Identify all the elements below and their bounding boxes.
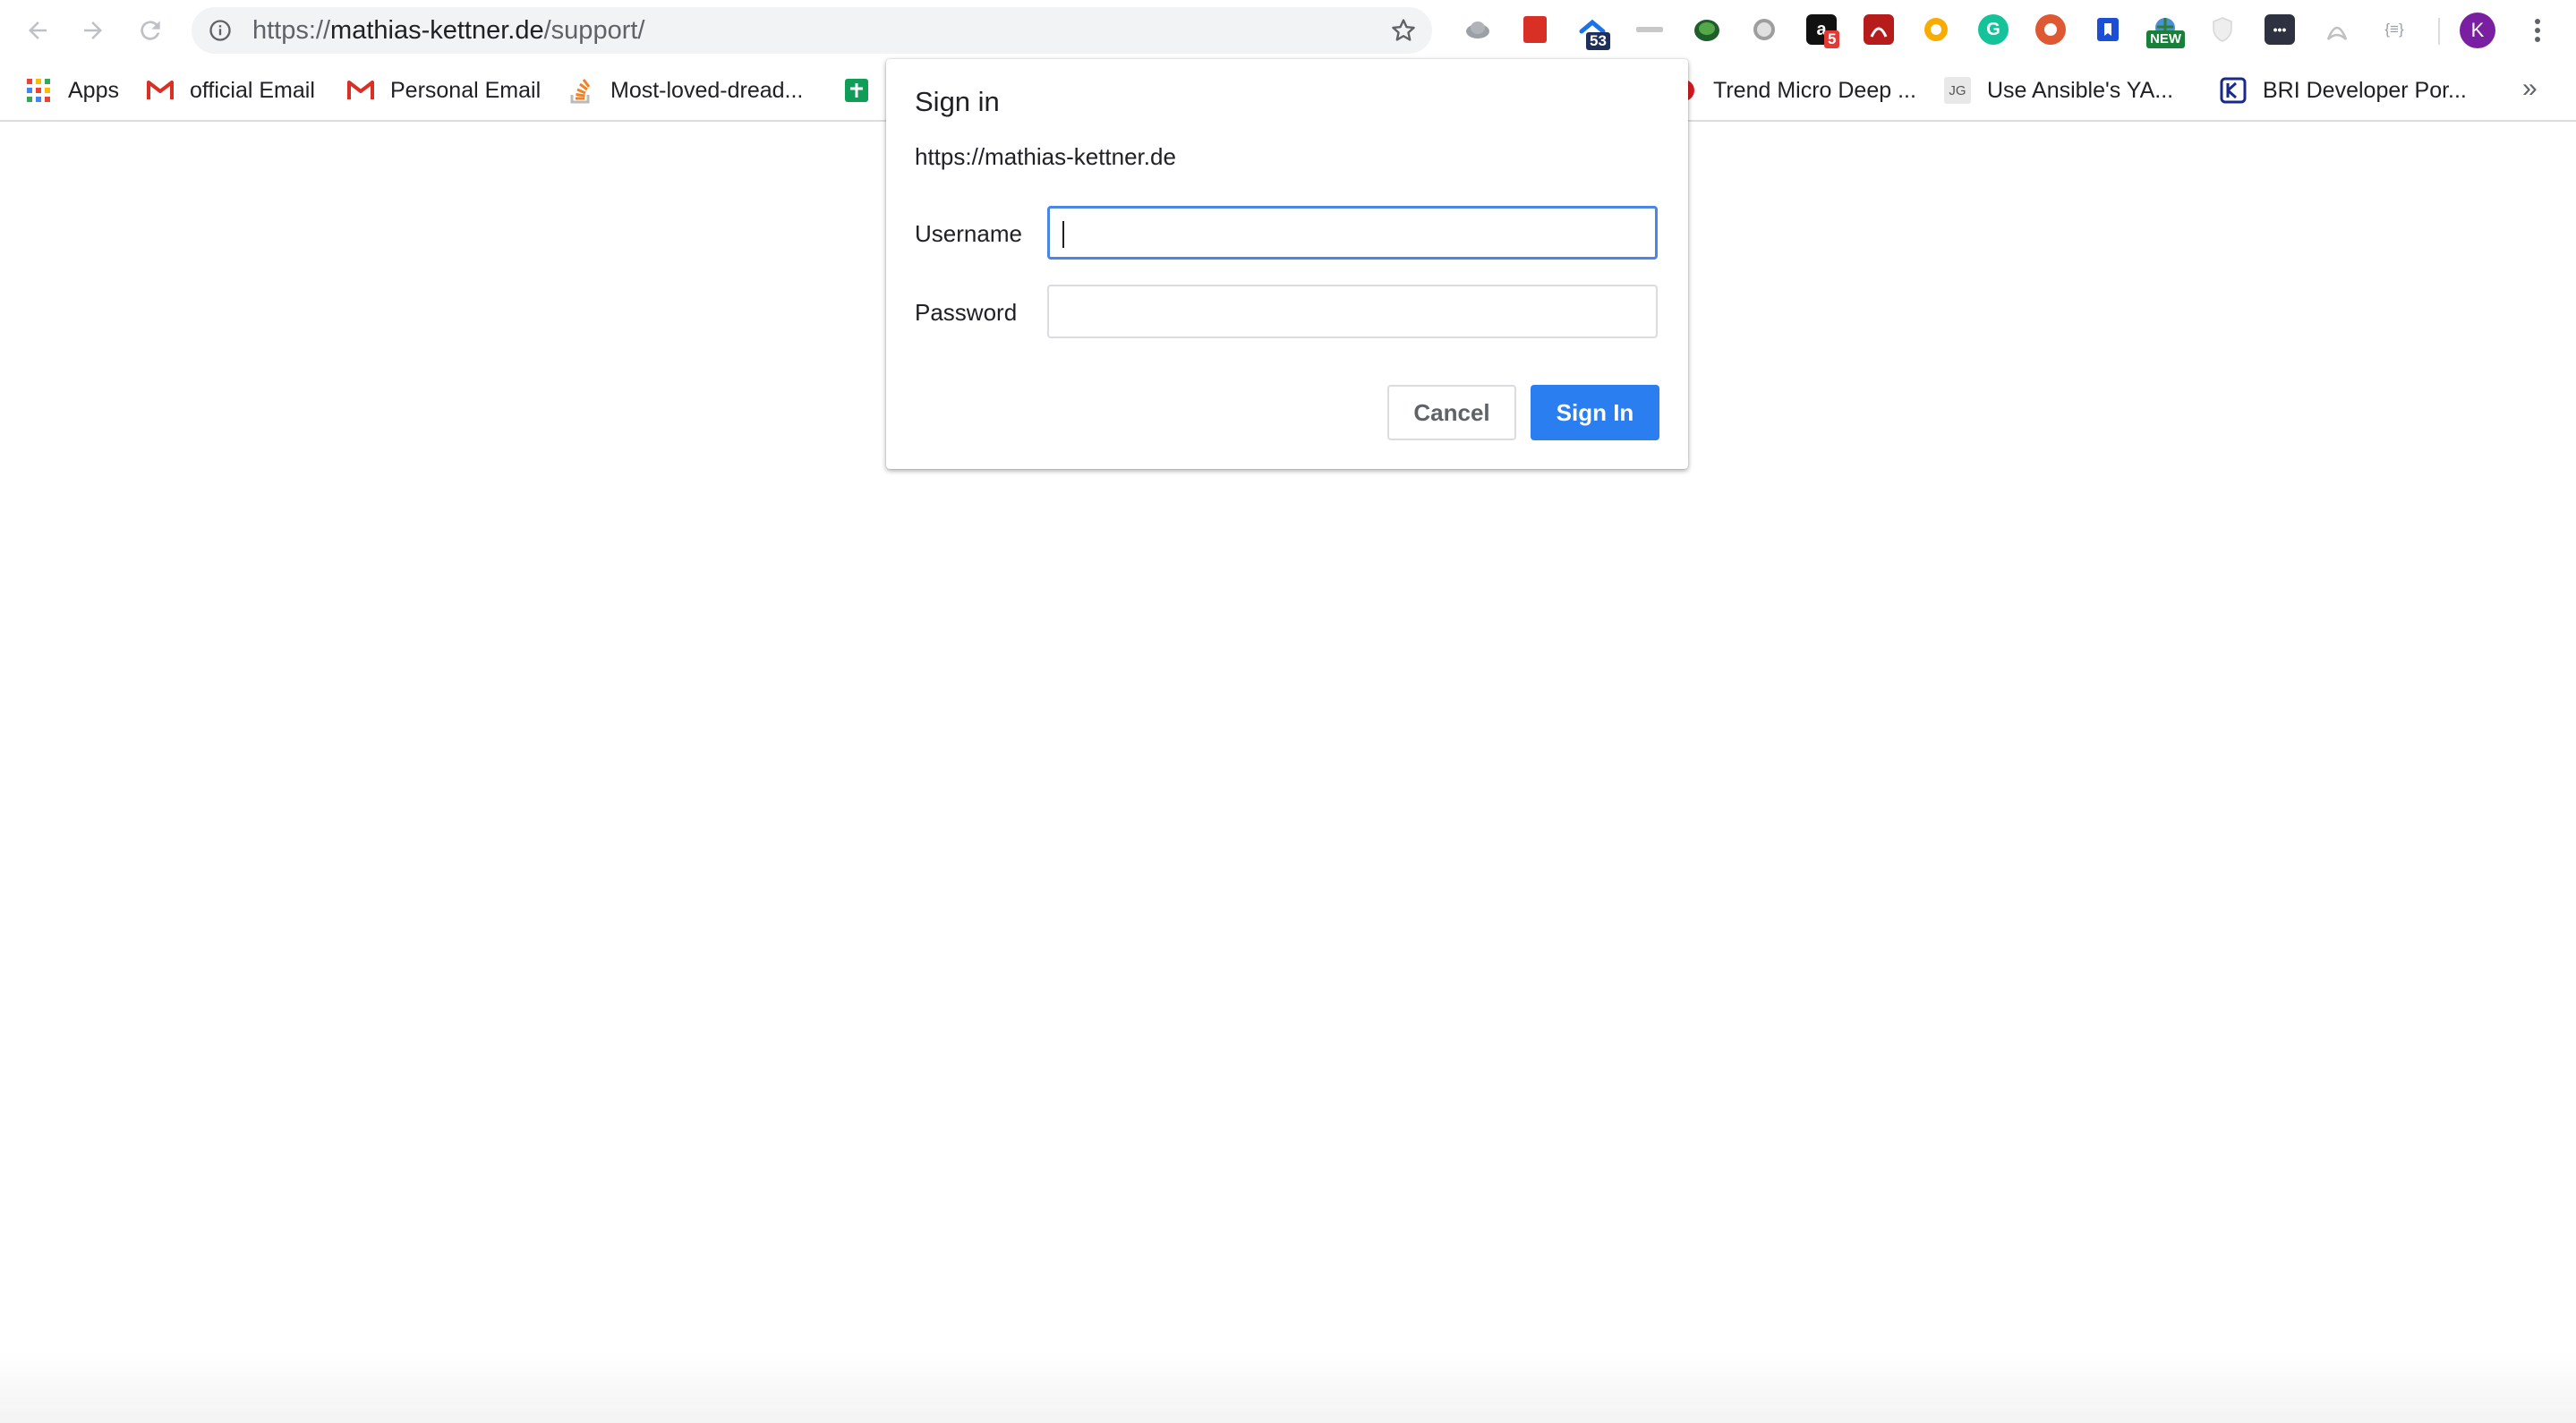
bookmarks-overflow-button[interactable]: »	[2522, 61, 2538, 120]
reload-button[interactable]	[132, 13, 168, 48]
info-icon[interactable]	[208, 18, 233, 43]
bookmark-label: Use Ansible's YA...	[1987, 77, 2174, 103]
bookmark-personal-email[interactable]: Personal Email	[347, 61, 541, 120]
bookmark-star-icon[interactable]	[1389, 16, 1418, 45]
bookmark-label: Trend Micro Deep ...	[1713, 77, 1916, 103]
bookmark-label: official Email	[190, 77, 315, 103]
username-label: Username	[915, 220, 1022, 247]
blue-house-extension-icon[interactable]: 53	[1577, 14, 1610, 50]
bri-icon	[2220, 77, 2247, 104]
password-label: Password	[915, 299, 1018, 326]
grammarly-glyph: G	[1986, 19, 2000, 39]
grammarly-extension-icon[interactable]: G	[1978, 14, 2009, 45]
globe-extension-icon[interactable]: NEW	[2146, 14, 2185, 48]
acrobat-extension-icon[interactable]	[2322, 14, 2352, 45]
jg-glyph: JG	[1949, 82, 1966, 98]
dialog-origin: https://mathias-kettner.de	[915, 143, 1176, 170]
url-host: mathias-kettner.de	[330, 16, 544, 45]
bookmark-label: Most-loved-dread...	[610, 77, 804, 103]
apps-grid-icon	[25, 77, 52, 104]
bookmark-label: Personal Email	[390, 77, 542, 103]
sign-in-dialog: Sign in https://mathias-kettner.de Usern…	[886, 59, 1688, 469]
json-extension-icon[interactable]: {≡}	[2379, 14, 2410, 45]
forward-button[interactable]	[75, 13, 111, 48]
password-field[interactable]	[1047, 285, 1658, 338]
red-book-extension-icon[interactable]	[1520, 14, 1550, 45]
extension-badge: 5	[1824, 30, 1840, 48]
duckduckgo-extension-icon[interactable]	[2035, 14, 2066, 45]
bottom-shade	[0, 1351, 2576, 1423]
bookmark-label: Apps	[68, 77, 119, 103]
orange-gear-extension-icon[interactable]	[1921, 14, 1951, 45]
amazon-extension-icon[interactable]: a 5	[1806, 14, 1840, 48]
bookmark-label: BRI Developer Por...	[2263, 77, 2467, 103]
dialog-title: Sign in	[915, 86, 1000, 117]
bookmark-official-email[interactable]: official Email	[147, 61, 315, 120]
address-bar[interactable]: https://mathias-kettner.de/support/	[192, 7, 1432, 54]
sign-in-button[interactable]: Sign In	[1531, 385, 1659, 440]
more-vert-icon[interactable]	[2522, 13, 2553, 48]
cloud-extension-icon[interactable]	[1463, 14, 1493, 45]
url-scheme: https://	[252, 16, 331, 45]
bookmark-bri-developer[interactable]: BRI Developer Por...	[2220, 61, 2467, 120]
bookmark-most-loved[interactable]: Most-loved-dread...	[567, 61, 803, 120]
gmail-icon	[347, 77, 374, 104]
browser-toolbar: https://mathias-kettner.de/support/ 53 a…	[0, 0, 2576, 61]
bookmark-apps[interactable]: Apps	[25, 61, 119, 120]
stackoverflow-icon	[567, 77, 594, 104]
turtle-extension-icon[interactable]	[1692, 14, 1722, 45]
dots-extension-icon[interactable]: •••	[2265, 14, 2295, 45]
arrow-right-icon	[84, 21, 102, 39]
reload-icon	[141, 21, 160, 40]
extension-badge: 53	[1586, 32, 1610, 50]
grey-bar-extension-icon[interactable]	[1634, 14, 1665, 45]
username-field[interactable]	[1047, 206, 1658, 260]
toolbar-divider	[2438, 18, 2440, 45]
bookmark-blue-extension-icon[interactable]	[2093, 14, 2123, 45]
extension-badge: NEW	[2146, 30, 2185, 48]
jg-icon: JG	[1944, 77, 1971, 104]
bookmark-trend-micro[interactable]: Trend Micro Deep ...	[1670, 61, 1916, 120]
url-path: /support/	[543, 16, 645, 45]
profile-avatar[interactable]: K	[2460, 13, 2495, 48]
gmail-icon	[147, 77, 174, 104]
circle-extension-icon[interactable]	[1749, 14, 1779, 45]
url-text[interactable]: https://mathias-kettner.de/support/	[252, 7, 644, 54]
pdf-red-extension-icon[interactable]	[1864, 14, 1894, 45]
bookmark-ansible[interactable]: JG Use Ansible's YA...	[1944, 61, 2173, 120]
bookmark-google-sheets[interactable]	[843, 61, 886, 120]
cancel-button[interactable]: Cancel	[1387, 385, 1516, 440]
json-glyph: {≡}	[2384, 21, 2404, 38]
google-sheets-icon	[843, 77, 870, 104]
dots-glyph: •••	[2273, 22, 2287, 37]
back-button[interactable]	[20, 13, 55, 48]
text-caret	[1062, 221, 1064, 248]
shield-extension-icon[interactable]	[2207, 14, 2238, 45]
arrow-left-icon	[29, 21, 47, 39]
